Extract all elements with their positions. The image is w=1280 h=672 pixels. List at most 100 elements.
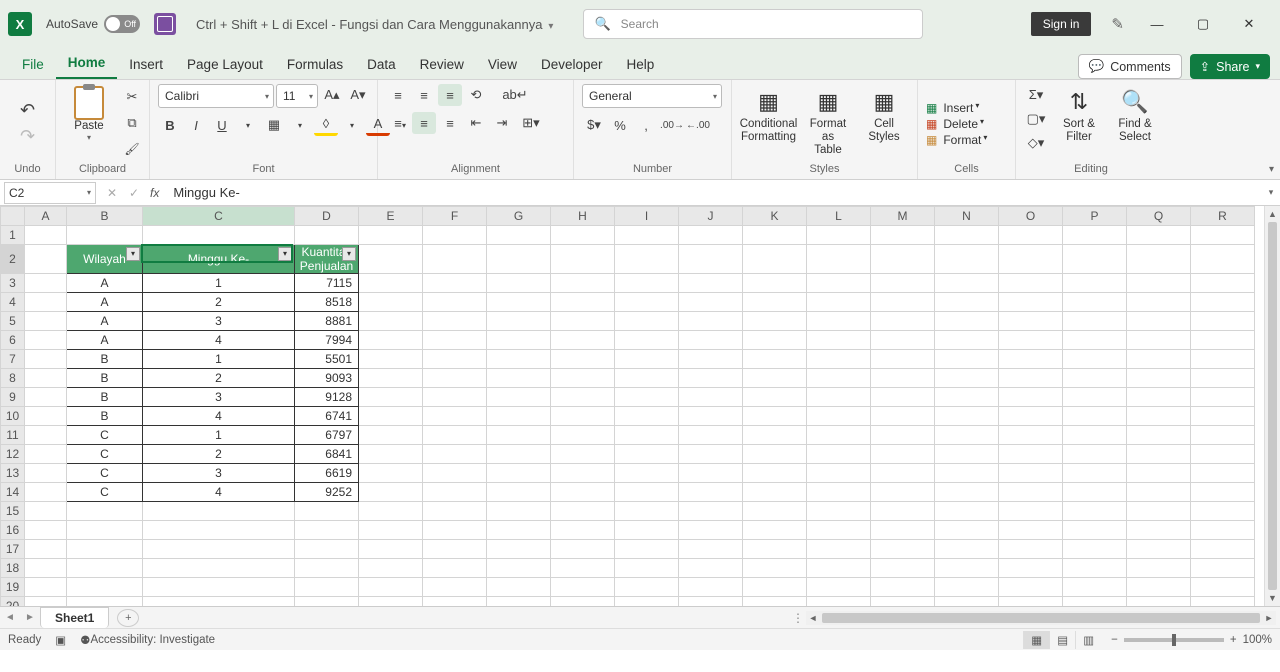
cell[interactable] — [743, 312, 807, 331]
cell[interactable] — [1191, 226, 1255, 245]
cell[interactable] — [1063, 578, 1127, 597]
cell[interactable] — [807, 578, 871, 597]
cell[interactable] — [25, 312, 67, 331]
cell[interactable] — [1063, 350, 1127, 369]
cell[interactable] — [679, 540, 743, 559]
cell[interactable] — [143, 226, 295, 245]
cell[interactable] — [551, 521, 615, 540]
cell[interactable] — [487, 559, 551, 578]
toggle-switch[interactable]: Off — [104, 15, 140, 33]
cell[interactable] — [551, 464, 615, 483]
macro-record-icon[interactable]: ▣ — [55, 633, 66, 647]
cell[interactable]: Wilayah▾ — [67, 245, 143, 274]
column-header[interactable]: B — [67, 207, 143, 226]
cell[interactable] — [1191, 331, 1255, 350]
cell[interactable] — [871, 540, 935, 559]
cell[interactable] — [25, 502, 67, 521]
share-button[interactable]: ⇪Share▾ — [1190, 54, 1270, 79]
cell[interactable] — [679, 426, 743, 445]
column-header[interactable]: Q — [1127, 207, 1191, 226]
decrease-font-button[interactable]: A▾ — [346, 84, 370, 106]
cell[interactable] — [25, 388, 67, 407]
cell[interactable]: A — [67, 293, 143, 312]
cell[interactable] — [615, 540, 679, 559]
row-header[interactable]: 6 — [1, 331, 25, 350]
cell[interactable] — [25, 597, 67, 607]
cell[interactable] — [615, 407, 679, 426]
format-as-table-button[interactable]: ▦Format as Table — [803, 84, 853, 160]
cell[interactable] — [1127, 293, 1191, 312]
cell[interactable] — [359, 521, 423, 540]
underline-button[interactable]: U — [210, 114, 234, 136]
cell[interactable] — [679, 407, 743, 426]
cell[interactable] — [359, 388, 423, 407]
cell[interactable] — [359, 369, 423, 388]
cell[interactable] — [551, 502, 615, 521]
cell[interactable] — [807, 407, 871, 426]
cell[interactable] — [615, 369, 679, 388]
cell[interactable] — [487, 464, 551, 483]
row-header[interactable]: 19 — [1, 578, 25, 597]
cell[interactable] — [871, 521, 935, 540]
cell[interactable] — [1191, 426, 1255, 445]
cell[interactable] — [487, 407, 551, 426]
cell[interactable] — [999, 245, 1063, 274]
cell[interactable] — [551, 350, 615, 369]
cell[interactable] — [935, 388, 999, 407]
cell[interactable]: 2 — [143, 369, 295, 388]
cell[interactable] — [1127, 483, 1191, 502]
cell[interactable] — [615, 445, 679, 464]
cell[interactable] — [143, 502, 295, 521]
cell[interactable]: C — [67, 445, 143, 464]
cell[interactable] — [359, 445, 423, 464]
cell[interactable] — [143, 597, 295, 607]
cell[interactable] — [423, 521, 487, 540]
cell[interactable] — [935, 521, 999, 540]
redo-button[interactable] — [16, 126, 40, 148]
cell[interactable] — [359, 407, 423, 426]
find-select-button[interactable]: 🔍Find & Select — [1110, 84, 1160, 146]
cell[interactable] — [143, 578, 295, 597]
cell[interactable] — [295, 226, 359, 245]
sheet-options-icon[interactable]: ⋮ — [790, 611, 806, 625]
cell[interactable] — [935, 293, 999, 312]
format-painter-button[interactable] — [120, 138, 144, 160]
cell[interactable] — [935, 245, 999, 274]
sort-filter-button[interactable]: ⇅Sort & Filter — [1054, 84, 1104, 146]
cell[interactable] — [999, 502, 1063, 521]
decrease-indent-button[interactable]: ⇤ — [464, 112, 488, 134]
row-header[interactable]: 7 — [1, 350, 25, 369]
cell[interactable] — [359, 331, 423, 350]
cell[interactable] — [679, 293, 743, 312]
cell[interactable] — [679, 559, 743, 578]
cell[interactable] — [423, 312, 487, 331]
cell[interactable] — [807, 483, 871, 502]
cell[interactable] — [679, 369, 743, 388]
cell[interactable] — [1063, 559, 1127, 578]
cell[interactable] — [487, 502, 551, 521]
cell[interactable] — [1063, 483, 1127, 502]
column-header[interactable]: G — [487, 207, 551, 226]
cell[interactable] — [25, 331, 67, 350]
cell[interactable] — [807, 464, 871, 483]
cell[interactable] — [871, 274, 935, 293]
sheet-table[interactable]: ABCDEFGHIJKLMNOPQR12Wilayah▾Minggu Ke-▾K… — [0, 206, 1255, 606]
cell[interactable] — [615, 274, 679, 293]
maximize-button[interactable]: ▢ — [1180, 8, 1226, 40]
cell[interactable] — [423, 578, 487, 597]
row-header[interactable]: 16 — [1, 521, 25, 540]
cell[interactable] — [615, 388, 679, 407]
cell[interactable] — [423, 445, 487, 464]
cell[interactable] — [1063, 597, 1127, 607]
cell[interactable] — [1127, 226, 1191, 245]
cell[interactable] — [551, 540, 615, 559]
filter-dropdown-icon[interactable]: ▾ — [126, 247, 140, 261]
cell[interactable] — [25, 293, 67, 312]
cell[interactable] — [1063, 312, 1127, 331]
row-header[interactable]: 3 — [1, 274, 25, 293]
chevron-down-icon[interactable]: ▾ — [288, 114, 312, 136]
view-page-layout-button[interactable]: ▤ — [1049, 631, 1075, 649]
cell[interactable] — [423, 483, 487, 502]
cell[interactable]: 7994 — [295, 331, 359, 350]
cell[interactable] — [807, 293, 871, 312]
